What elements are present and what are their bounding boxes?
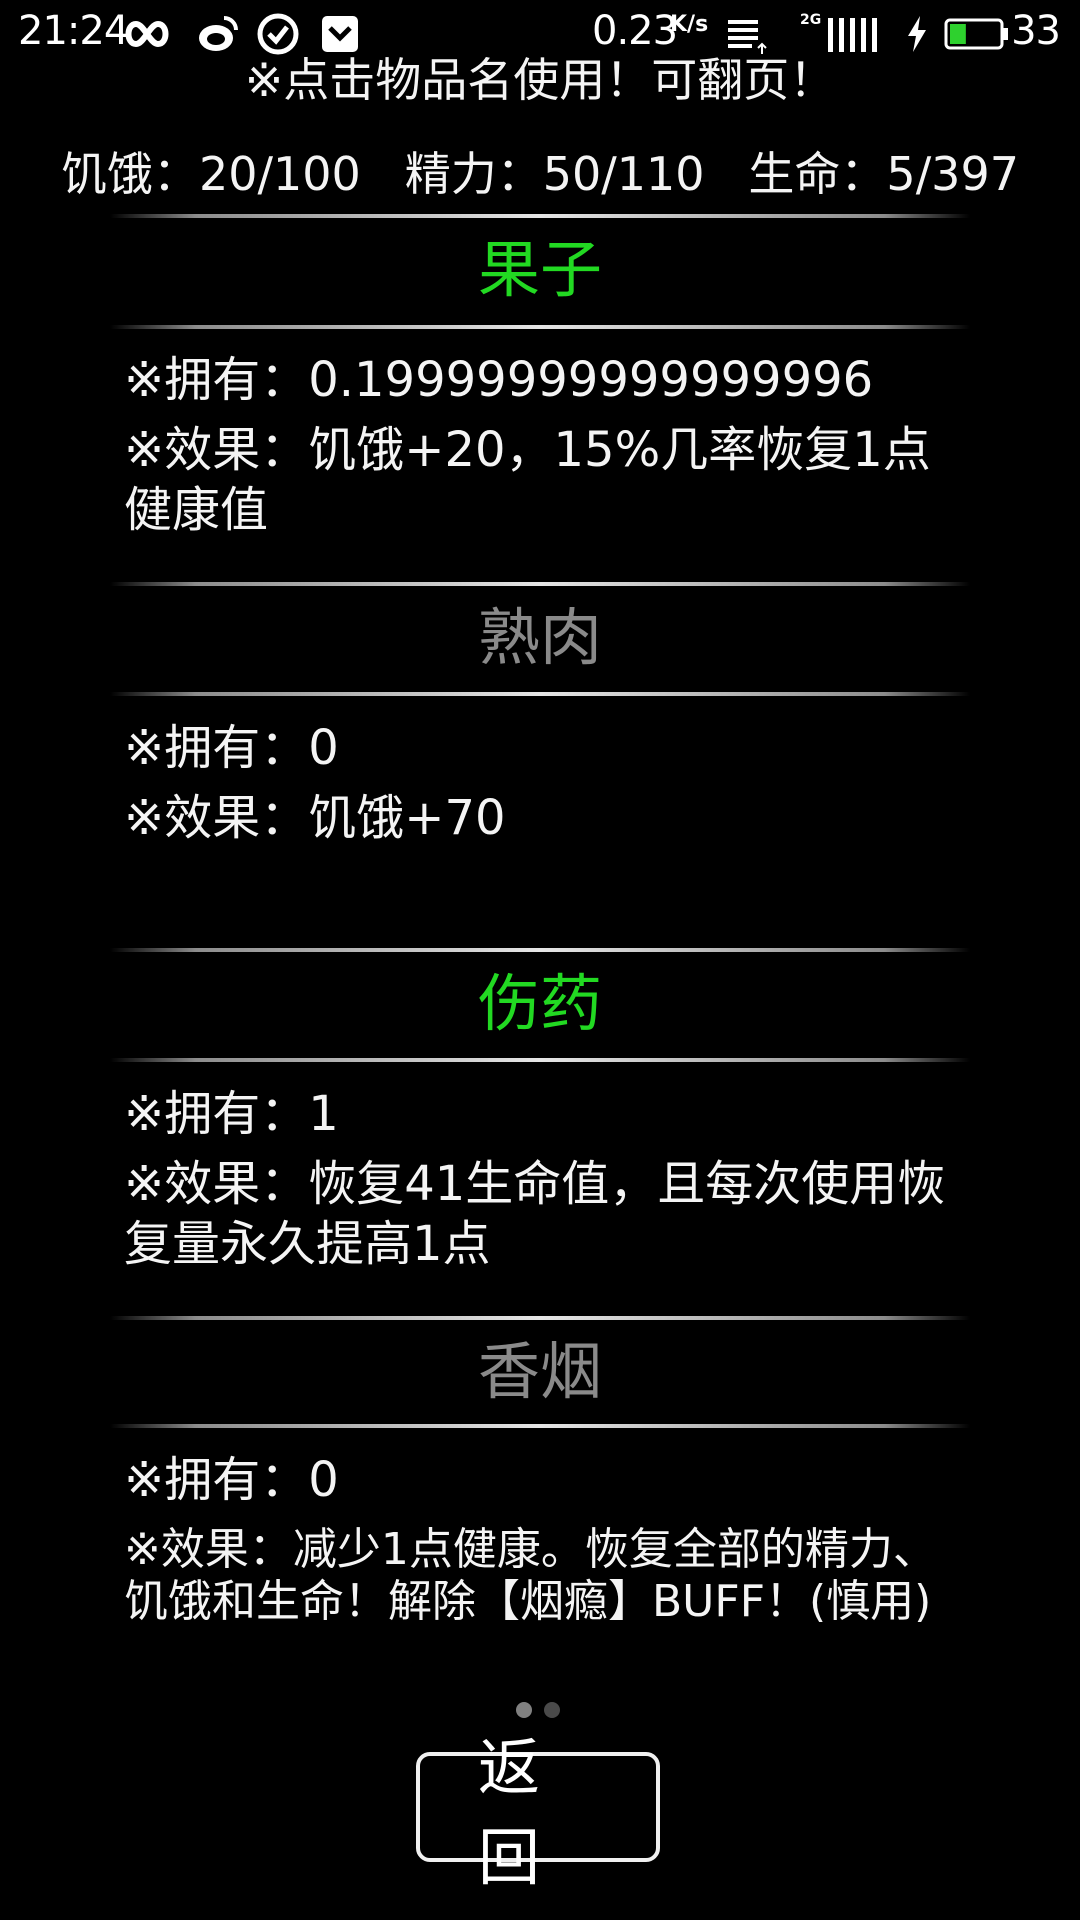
item-effect: ※效果：恢复41生命值，且每次使用恢复量永久提高1点 [124, 1156, 946, 1272]
signal-label: 2G [800, 12, 822, 28]
item-name-button[interactable]: 果子 [0, 230, 1080, 310]
item-name-button[interactable]: 熟肉 [0, 598, 1080, 678]
divider [110, 1316, 970, 1320]
life-value: 5/397 [886, 147, 1019, 201]
item-name-button[interactable]: 伤药 [0, 964, 1080, 1044]
player-stats: 饥饿：20/100 精力：50/110 生命：5/397 [0, 138, 1080, 204]
page-indicator[interactable] [516, 1702, 560, 1718]
item-effect: ※效果：减少1点健康。恢复全部的精力、饥饿和生命！解除【烟瘾】BUFF！(慎用) [124, 1524, 937, 1627]
divider [110, 325, 970, 329]
life-label: 生命： [748, 147, 887, 201]
energy-label: 精力： [404, 147, 543, 201]
divider [110, 948, 970, 952]
page-dot[interactable] [544, 1702, 560, 1718]
net-speed-unit: K/s [670, 12, 709, 37]
divider [110, 1424, 970, 1428]
item-owned: ※拥有：0 [124, 1452, 339, 1508]
item-effect: ※效果：饥饿+20，15%几率恢复1点健康值 [124, 422, 931, 538]
item-name-button[interactable]: 香烟 [0, 1332, 1080, 1412]
energy-value: 50/110 [542, 147, 705, 201]
back-button[interactable]: 返回 [416, 1731, 660, 1894]
divider [110, 214, 970, 218]
divider [110, 1058, 970, 1062]
item-owned: ※拥有：1 [124, 1086, 339, 1142]
hunger-value: 20/100 [198, 147, 361, 201]
hunger-label: 饥饿： [60, 147, 199, 201]
item-effect: ※效果：饥饿+70 [124, 790, 506, 846]
page-dot[interactable] [516, 1702, 532, 1718]
item-owned: ※拥有：0.19999999999999996 [124, 352, 874, 408]
usage-hint: ※点击物品名使用！可翻页！ [244, 53, 836, 107]
divider [110, 582, 970, 586]
divider [110, 692, 970, 696]
item-owned: ※拥有：0 [124, 720, 339, 776]
